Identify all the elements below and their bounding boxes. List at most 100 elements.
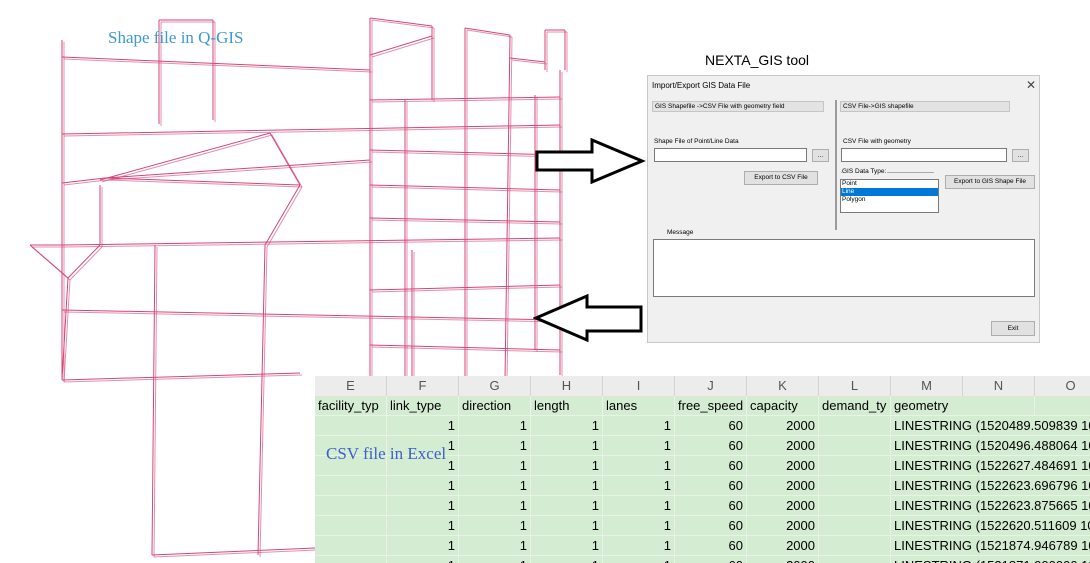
header-cell[interactable] (1035, 396, 1090, 416)
export-to-shape-file-button[interactable]: Export to GIS Shape File (945, 175, 1035, 189)
header-cell[interactable]: free_speed (675, 396, 747, 416)
table-cell[interactable]: 60 (675, 476, 747, 496)
header-cell[interactable]: demand_ty (819, 396, 891, 416)
table-cell[interactable]: LINESTRING (1522627.484691 100 (891, 456, 1090, 476)
table-cell[interactable]: 1 (459, 536, 531, 556)
browse-shape-file-button[interactable]: ... (812, 149, 829, 162)
table-cell[interactable]: 1 (531, 476, 603, 496)
table-cell[interactable] (315, 536, 387, 556)
table-cell[interactable]: 1 (531, 536, 603, 556)
table-cell[interactable]: 1 (459, 416, 531, 436)
table-cell[interactable]: 1 (603, 416, 675, 436)
table-cell[interactable] (819, 536, 891, 556)
table-cell[interactable]: 60 (675, 516, 747, 536)
table-cell[interactable] (315, 476, 387, 496)
table-cell[interactable] (315, 516, 387, 536)
column-letter-h[interactable]: H (531, 376, 603, 396)
header-cell[interactable]: direction (459, 396, 531, 416)
exit-button[interactable]: Exit (991, 321, 1035, 336)
table-cell[interactable]: 1 (603, 456, 675, 476)
table-cell[interactable]: 1 (459, 556, 531, 563)
table-cell[interactable] (315, 556, 387, 563)
table-cell[interactable] (819, 516, 891, 536)
column-letter-l[interactable]: L (819, 376, 891, 396)
header-cell[interactable]: lanes (603, 396, 675, 416)
table-cell[interactable]: 1 (531, 436, 603, 456)
table-cell[interactable] (819, 556, 891, 563)
table-cell[interactable]: 1 (531, 556, 603, 563)
header-cell[interactable]: length (531, 396, 603, 416)
table-cell[interactable] (315, 416, 387, 436)
gis-data-type-list[interactable]: Point Line Polygon (840, 179, 939, 213)
table-cell[interactable]: 2000 (747, 476, 819, 496)
table-cell[interactable]: 60 (675, 556, 747, 563)
column-letter-n[interactable]: N (963, 376, 1035, 396)
table-cell[interactable]: 1 (387, 476, 459, 496)
column-letter-m[interactable]: M (891, 376, 963, 396)
table-cell[interactable]: 2000 (747, 556, 819, 563)
table-cell[interactable] (819, 456, 891, 476)
table-cell[interactable]: LINESTRING (1521871.000000 100 (891, 556, 1090, 563)
header-cell[interactable]: geometry (891, 396, 1035, 416)
table-cell[interactable]: 1 (531, 496, 603, 516)
table-cell[interactable]: 2000 (747, 536, 819, 556)
table-cell[interactable]: 2000 (747, 496, 819, 516)
table-cell[interactable]: 1 (387, 416, 459, 436)
table-cell[interactable]: 1 (387, 536, 459, 556)
gis-type-option-line[interactable]: Line (841, 188, 938, 196)
column-letter-j[interactable]: J (675, 376, 747, 396)
table-cell[interactable]: 1 (387, 556, 459, 563)
table-cell[interactable]: 1 (459, 436, 531, 456)
table-cell[interactable]: LINESTRING (1521874.946789 100 (891, 536, 1090, 556)
gis-type-option-point[interactable]: Point (841, 180, 938, 188)
table-cell[interactable]: 1 (531, 456, 603, 476)
column-letter-f[interactable]: F (387, 376, 459, 396)
table-cell[interactable]: 1 (603, 436, 675, 456)
table-cell[interactable]: 1 (387, 496, 459, 516)
header-cell[interactable]: link_type (387, 396, 459, 416)
table-cell[interactable] (819, 476, 891, 496)
column-letter-o[interactable]: O (1035, 376, 1090, 396)
table-cell[interactable]: 1 (603, 496, 675, 516)
table-cell[interactable]: 1 (603, 476, 675, 496)
table-cell[interactable]: LINESTRING (1520489.509839 100 (891, 416, 1090, 436)
table-cell[interactable]: 1 (459, 476, 531, 496)
gis-type-option-polygon[interactable]: Polygon (841, 196, 938, 204)
table-cell[interactable] (819, 416, 891, 436)
table-cell[interactable]: 60 (675, 456, 747, 476)
table-cell[interactable]: LINESTRING (1522623.875665 100 (891, 496, 1090, 516)
header-cell[interactable]: facility_typ (315, 396, 387, 416)
table-cell[interactable]: 2000 (747, 516, 819, 536)
table-cell[interactable]: 60 (675, 496, 747, 516)
table-cell[interactable]: 1 (387, 516, 459, 536)
message-box[interactable] (653, 239, 1035, 297)
header-cell[interactable]: capacity (747, 396, 819, 416)
column-letter-e[interactable]: E (315, 376, 387, 396)
table-cell[interactable]: 1 (603, 516, 675, 536)
table-cell[interactable]: 2000 (747, 456, 819, 476)
table-cell[interactable]: LINESTRING (1522623.696796 100 (891, 476, 1090, 496)
table-cell[interactable] (315, 496, 387, 516)
table-cell[interactable]: 60 (675, 436, 747, 456)
table-cell[interactable]: 2000 (747, 436, 819, 456)
table-cell[interactable]: 60 (675, 416, 747, 436)
csv-file-input[interactable] (841, 148, 1007, 162)
close-icon[interactable]: ✕ (1026, 78, 1036, 92)
table-cell[interactable]: 1 (531, 516, 603, 536)
table-cell[interactable]: 60 (675, 536, 747, 556)
table-cell[interactable]: 1 (459, 516, 531, 536)
table-cell[interactable]: LINESTRING (1520496.488064 100 (891, 436, 1090, 456)
shape-file-input[interactable] (654, 148, 807, 162)
column-letter-g[interactable]: G (459, 376, 531, 396)
table-cell[interactable]: 1 (603, 556, 675, 563)
table-cell[interactable]: 1 (531, 416, 603, 436)
browse-csv-file-button[interactable]: ... (1012, 149, 1029, 162)
column-letter-i[interactable]: I (603, 376, 675, 396)
table-cell[interactable]: 1 (459, 496, 531, 516)
table-cell[interactable]: LINESTRING (1522620.511609 100 (891, 516, 1090, 536)
table-cell[interactable] (819, 436, 891, 456)
column-letter-k[interactable]: K (747, 376, 819, 396)
table-cell[interactable]: 2000 (747, 416, 819, 436)
table-cell[interactable]: 1 (603, 536, 675, 556)
table-cell[interactable]: 1 (459, 456, 531, 476)
